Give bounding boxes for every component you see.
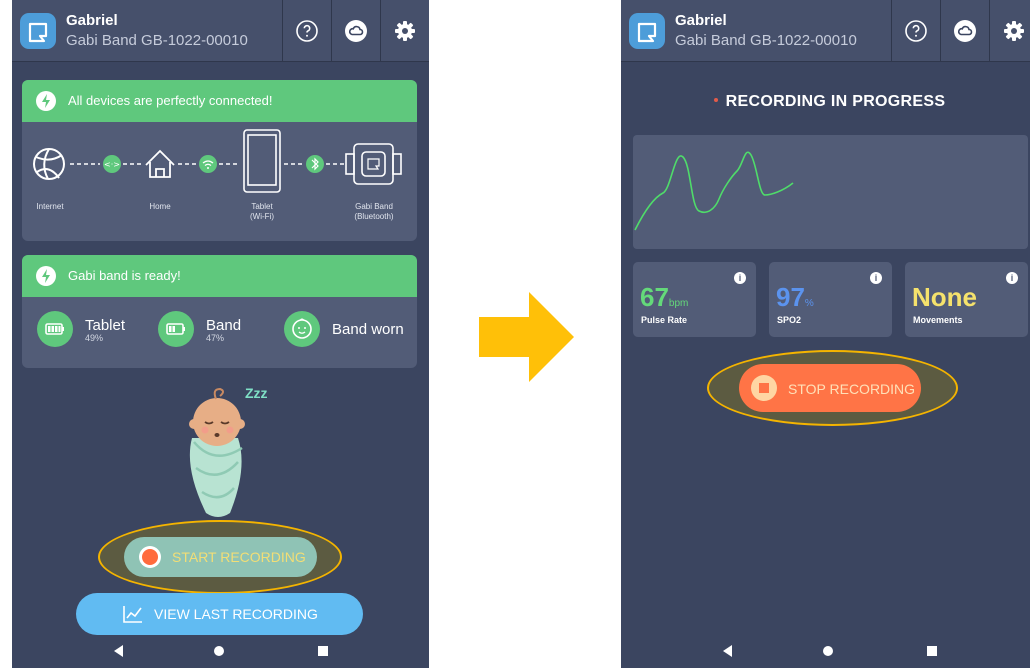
help-circle-icon <box>296 20 318 42</box>
help-button[interactable] <box>891 0 940 62</box>
cloud-button[interactable] <box>331 0 380 62</box>
recording-title-text: RECORDING IN PROGRESS <box>725 93 946 110</box>
transition-arrow-icon <box>479 292 574 382</box>
baby-face-icon <box>284 311 320 347</box>
device-label-home: Home <box>149 202 171 211</box>
info-icon[interactable]: i <box>1006 272 1018 284</box>
setup-screen: Gabriel Gabi Band GB-1022-00010 All devi… <box>12 0 429 668</box>
start-recording-label: START RECORDING <box>172 549 306 565</box>
connection-diagram: <·> <box>33 129 402 193</box>
nav-recents-icon[interactable] <box>318 646 328 656</box>
nav-back-icon[interactable] <box>114 645 123 657</box>
android-nav-bar <box>621 634 1030 668</box>
info-icon[interactable]: i <box>734 272 746 284</box>
gear-icon <box>395 21 415 41</box>
gabi-logo-icon <box>20 13 56 49</box>
ready-card: Gabi band is ready! Tablet 49% Band 47% … <box>22 255 417 368</box>
battery-icon <box>37 311 73 347</box>
settings-button[interactable] <box>989 0 1030 62</box>
ready-banner-text: Gabi band is ready! <box>68 268 181 283</box>
recording-title: RECORDING IN PROGRESS <box>621 93 1030 111</box>
recording-screen: Gabriel Gabi Band GB-1022-00010 RECORDIN… <box>621 0 1030 668</box>
pulse-waveform-graph <box>633 135 1028 249</box>
help-circle-icon <box>905 20 927 42</box>
status-tablet-name: Tablet <box>85 317 126 334</box>
nav-home-icon[interactable] <box>823 646 833 656</box>
battery-low-icon <box>158 311 194 347</box>
band-icon <box>345 143 402 185</box>
movements-value: None <box>912 282 977 312</box>
tablet-icon <box>243 129 281 193</box>
spo2-label: SPO2 <box>777 315 802 325</box>
sleeping-baby-illustration <box>189 387 245 517</box>
status-band-level: 47% <box>206 333 225 343</box>
house-icon <box>145 149 175 178</box>
movements-label: Movements <box>913 315 963 325</box>
metric-pulse-rate: i 67bpm Pulse Rate <box>633 262 756 337</box>
spo2-unit: % <box>804 298 814 309</box>
recording-dot-icon <box>713 98 718 103</box>
status-band-name: Band <box>206 317 242 334</box>
bolt-icon <box>36 266 56 286</box>
user-name: Gabriel <box>66 12 118 29</box>
android-nav-bar <box>12 634 429 668</box>
device-label-band: Gabi Band (Bluetooth) <box>354 202 394 221</box>
ready-banner: Gabi band is ready! <box>22 255 417 297</box>
gabi-logo-icon <box>629 13 665 49</box>
connection-card: All devices are perfectly connected! <·> <box>22 80 417 241</box>
sleep-zzz-text: Zzz <box>245 385 268 401</box>
bolt-icon <box>36 91 56 111</box>
cloud-sync-icon <box>345 20 367 42</box>
help-button[interactable] <box>282 0 331 62</box>
status-worn-name: Band worn <box>332 321 404 338</box>
device-label-tablet: Tablet (Wi-Fi) <box>250 202 274 221</box>
status-tablet-level: 49% <box>85 333 104 343</box>
pulse-waveform-line <box>634 151 794 231</box>
device-label-internet: Internet <box>36 202 64 211</box>
record-dot-icon <box>142 549 158 565</box>
view-last-recording-label: VIEW LAST RECORDING <box>154 606 318 622</box>
settings-button[interactable] <box>380 0 429 62</box>
nav-home-icon[interactable] <box>214 646 224 656</box>
pulse-rate-unit: bpm <box>668 298 689 309</box>
pulse-rate-label: Pulse Rate <box>641 315 688 325</box>
metric-spo2: i 97% SPO2 <box>769 262 892 337</box>
device-name: Gabi Band GB-1022-00010 <box>66 32 248 49</box>
top-bar: Gabriel Gabi Band GB-1022-00010 <box>621 0 1030 62</box>
user-name: Gabriel <box>675 12 727 29</box>
svg-text:<·>: <·> <box>104 160 120 169</box>
info-icon[interactable]: i <box>870 272 882 284</box>
stop-icon <box>751 375 777 401</box>
gear-icon <box>1004 21 1024 41</box>
connection-banner-text: All devices are perfectly connected! <box>68 93 273 108</box>
connection-banner: All devices are perfectly connected! <box>22 80 417 122</box>
cloud-button[interactable] <box>940 0 989 62</box>
device-name: Gabi Band GB-1022-00010 <box>675 32 857 49</box>
metric-movements: i None Movements <box>905 262 1028 337</box>
view-last-recording-button[interactable]: VIEW LAST RECORDING <box>76 593 363 635</box>
nav-recents-icon[interactable] <box>927 646 937 656</box>
stop-recording-label: STOP RECORDING <box>788 381 916 397</box>
cloud-sync-icon <box>954 20 976 42</box>
stop-recording-button[interactable]: STOP RECORDING <box>739 364 921 412</box>
pulse-rate-value: 67bpm <box>640 282 689 312</box>
spo2-value: 97% <box>776 282 814 312</box>
top-bar: Gabriel Gabi Band GB-1022-00010 <box>12 0 429 62</box>
start-recording-button[interactable]: START RECORDING <box>124 537 317 577</box>
globe-icon <box>33 148 65 180</box>
line-chart-icon <box>123 606 142 623</box>
nav-back-icon[interactable] <box>723 645 732 657</box>
